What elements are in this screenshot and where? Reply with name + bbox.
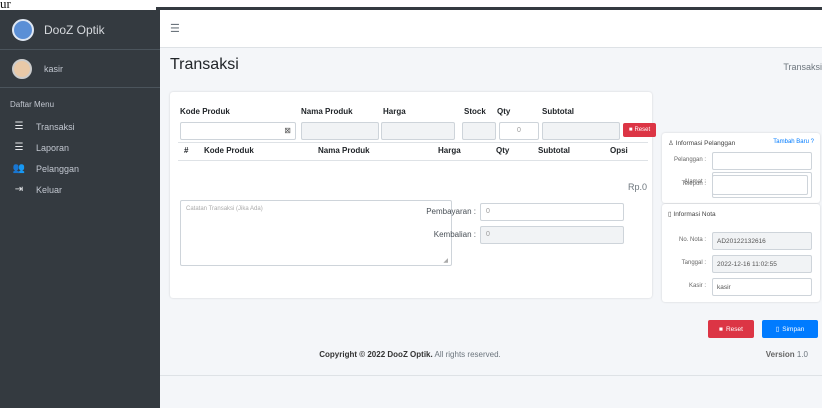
sidebar: DooZ Optik kasir Daftar Menu ☰ Transaksi… bbox=[0, 10, 160, 408]
alamat-input[interactable] bbox=[712, 175, 808, 195]
table-top-border bbox=[178, 142, 648, 143]
sidebar-item-pelanggan[interactable]: 👥 Pelanggan bbox=[0, 158, 160, 179]
page-title: Transaksi bbox=[170, 56, 239, 73]
reset-button-label: Reset bbox=[725, 325, 743, 333]
col-qty: Qty bbox=[496, 146, 510, 155]
customer-card-title: ♙ Informasi Pelanggan bbox=[668, 139, 735, 147]
footer: Copyright © 2022 DooZ Optik. All rights … bbox=[170, 340, 820, 374]
bottom-area bbox=[160, 376, 822, 408]
col-number: # bbox=[184, 146, 189, 155]
nota-card-title: ▯ Informasi Nota bbox=[668, 210, 716, 218]
list-icon: ☰ bbox=[14, 142, 24, 153]
subtotal-label: Subtotal bbox=[542, 107, 574, 116]
sidebar-item-label: Keluar bbox=[36, 184, 63, 195]
alamat-label: Alamat : bbox=[683, 179, 706, 185]
sidebar-item-label: Transaksi bbox=[36, 121, 75, 132]
tanggal-input[interactable]: 2022-12-16 11:02:55 bbox=[712, 255, 812, 273]
kembalian-input[interactable]: 0 bbox=[480, 226, 624, 244]
customer-title-text: Informasi Pelanggan bbox=[675, 140, 736, 147]
brand-name: DooZ Optik bbox=[44, 22, 105, 37]
sign-out-icon: ⇥ bbox=[14, 184, 24, 195]
sidebar-item-transaksi[interactable]: ☰ Transaksi bbox=[0, 116, 160, 137]
list-icon: ☰ bbox=[14, 121, 24, 132]
kode-produk-input[interactable]: ⊠ bbox=[180, 122, 296, 140]
subtotal-input[interactable] bbox=[542, 122, 620, 140]
sidebar-item-label: Pelanggan bbox=[36, 163, 80, 174]
kasir-input[interactable]: kasir bbox=[712, 278, 812, 296]
reset-item-button[interactable]: ■ Reset bbox=[623, 123, 656, 137]
hamburger-icon[interactable]: ☰ bbox=[170, 22, 180, 35]
col-opsi: Opsi bbox=[610, 146, 628, 155]
col-subtotal: Subtotal bbox=[538, 146, 570, 155]
transaction-card: Kode Produk Nama Produk Harga Stock Qty … bbox=[170, 92, 656, 298]
reset-button[interactable]: ■ Reset bbox=[708, 320, 754, 338]
table-header-border bbox=[178, 160, 648, 161]
kasir-label: Kasir : bbox=[688, 283, 706, 289]
nota-card: ▯ Informasi Nota No. Nota : AD2012213261… bbox=[662, 204, 820, 302]
version: Version 1.0 bbox=[766, 350, 808, 359]
brand[interactable]: DooZ Optik bbox=[0, 10, 160, 50]
user-icon: ♙ bbox=[668, 140, 676, 147]
nama-produk-label: Nama Produk bbox=[301, 107, 353, 116]
pelanggan-label: Pelanggan : bbox=[673, 157, 706, 163]
copyright: Copyright © 2022 DooZ Optik. All rights … bbox=[170, 350, 650, 359]
grand-total: Rp.0 bbox=[628, 182, 648, 192]
stock-label: Stock bbox=[464, 107, 486, 116]
version-label: Version bbox=[765, 350, 795, 359]
nama-produk-input[interactable] bbox=[301, 122, 379, 140]
kode-produk-label: Kode Produk bbox=[180, 107, 230, 116]
qty-input[interactable]: 0 bbox=[499, 122, 539, 140]
top-header: ☰ bbox=[160, 10, 822, 48]
clear-icon[interactable]: ⊠ bbox=[284, 126, 291, 135]
copyright-brand[interactable]: DooZ Optik. bbox=[387, 350, 432, 359]
menu-heading: Daftar Menu bbox=[10, 100, 55, 109]
qty-label: Qty bbox=[497, 107, 511, 116]
stock-input[interactable] bbox=[462, 122, 496, 140]
breadcrumb[interactable]: Transaksi bbox=[783, 62, 822, 72]
col-kode-produk: Kode Produk bbox=[204, 146, 254, 155]
brand-logo-icon bbox=[12, 18, 34, 41]
pelanggan-input[interactable] bbox=[712, 152, 812, 170]
tanggal-label: Tanggal : bbox=[681, 260, 706, 266]
notes-placeholder: Catatan Transaksi (Jika Ada) bbox=[186, 206, 263, 212]
sidebar-item-keluar[interactable]: ⇥ Keluar bbox=[0, 179, 160, 200]
save-icon: ▯ bbox=[775, 326, 780, 333]
sidebar-item-label: Laporan bbox=[36, 142, 70, 153]
reset-item-label: Reset bbox=[634, 127, 651, 133]
save-button[interactable]: ▯ Simpan bbox=[762, 320, 818, 338]
copyright-prefix: Copyright © 2022 bbox=[319, 350, 386, 359]
col-nama-produk: Nama Produk bbox=[318, 146, 370, 155]
col-harga: Harga bbox=[438, 146, 461, 155]
pembayaran-input[interactable]: 0 bbox=[480, 203, 624, 221]
trash-icon: ■ bbox=[628, 127, 633, 133]
top-strip: ur bbox=[0, 0, 822, 11]
no-nota-input[interactable]: AD20122132616 bbox=[712, 232, 812, 250]
pembayaran-label: Pembayaran : bbox=[426, 207, 476, 216]
kembalian-label: Kembalian : bbox=[433, 230, 476, 239]
harga-label: Harga bbox=[383, 107, 406, 116]
user-name: kasir bbox=[44, 63, 64, 74]
user-panel[interactable]: kasir bbox=[0, 50, 160, 88]
users-icon: 👥 bbox=[12, 163, 26, 174]
copyright-suffix: All rights reserved. bbox=[434, 350, 501, 359]
sidebar-item-laporan[interactable]: ☰ Laporan bbox=[0, 137, 160, 158]
avatar bbox=[12, 58, 32, 79]
trash-icon: ■ bbox=[719, 325, 723, 333]
version-value: 1.0 bbox=[796, 350, 808, 359]
resize-handle-icon[interactable]: ◢ bbox=[443, 257, 448, 264]
harga-input[interactable] bbox=[381, 122, 455, 140]
save-button-label: Simpan bbox=[782, 325, 805, 333]
add-customer-link[interactable]: Tambah Baru ? bbox=[773, 139, 814, 145]
nota-title-text: Informasi Nota bbox=[673, 211, 716, 218]
no-nota-label: No. Nota : bbox=[678, 237, 706, 243]
